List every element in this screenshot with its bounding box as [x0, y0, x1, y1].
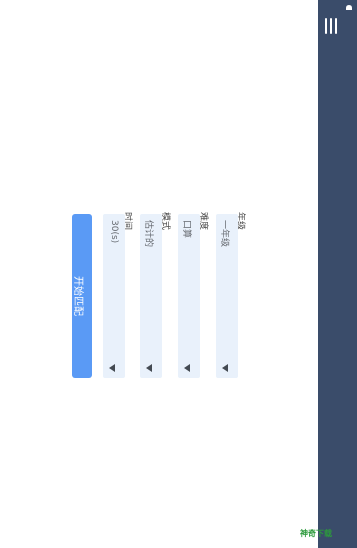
start-match-button[interactable]: 开始匹配: [72, 214, 92, 378]
sidebar: [318, 0, 357, 548]
difficulty-select[interactable]: 口算: [178, 214, 200, 378]
menu-icon[interactable]: [325, 18, 339, 34]
start-match-label: 开始匹配: [72, 276, 83, 316]
grade-value: 一年级: [219, 220, 229, 248]
time-select[interactable]: 30(s): [103, 214, 125, 378]
mode-select[interactable]: 估计的: [140, 214, 162, 378]
caret-down-icon: [146, 364, 152, 372]
caret-down-icon: [222, 364, 228, 372]
difficulty-value: 口算: [181, 220, 191, 239]
bell-icon: [346, 5, 352, 10]
grade-select[interactable]: 一年级: [216, 214, 238, 378]
mode-value: 估计的: [143, 220, 153, 248]
watermark: 神奇下载: [300, 529, 332, 538]
time-value: 30(s): [109, 220, 119, 244]
caret-down-icon: [109, 364, 115, 372]
caret-down-icon: [184, 364, 190, 372]
